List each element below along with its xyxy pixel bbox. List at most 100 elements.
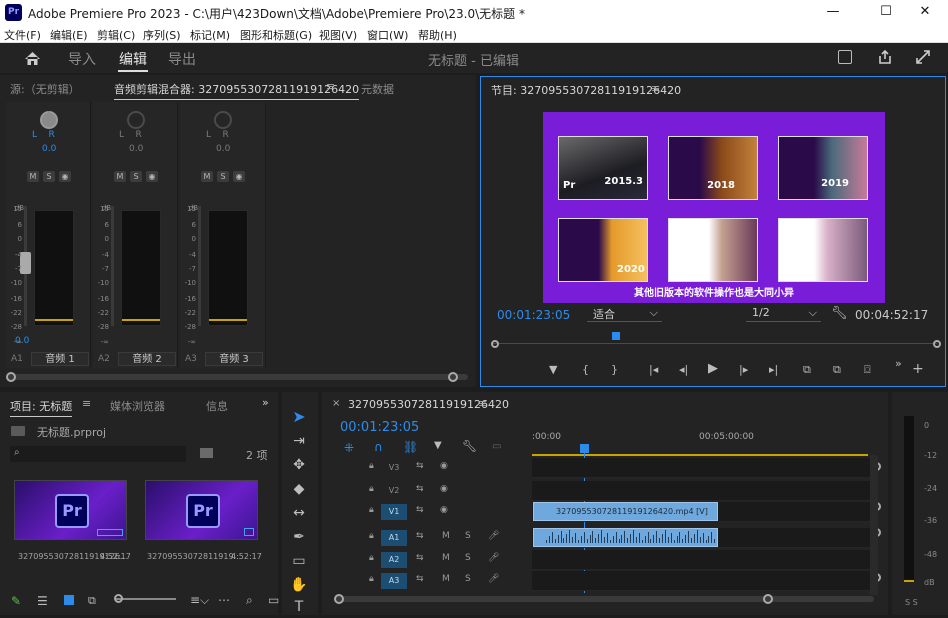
track-lane-a3[interactable] [532,571,872,591]
track-lock-icon[interactable]: 🔒︎ [369,484,374,494]
pan-knob[interactable] [40,111,58,129]
track-mute-button[interactable]: M [442,553,450,563]
menu-edit[interactable]: 编辑(E) [50,27,88,43]
track-lane-v3[interactable] [532,458,872,478]
work-area-bar[interactable] [532,454,868,456]
menu-help[interactable]: 帮助(H) [418,27,457,43]
project-item-1[interactable]: Pr 32709553072811919126... 4:52:17 [14,480,131,561]
zoom-handle-right[interactable] [933,340,941,348]
new-bin-icon[interactable] [200,448,213,458]
go-to-in-icon[interactable]: |◂ [649,363,658,376]
timeline-playhead-head[interactable] [580,444,589,453]
tab-project[interactable]: 项目: 无标题 [10,398,73,417]
video-clip-v1[interactable]: 32709553072811919126420.mp4 [V] [533,502,718,521]
export-frame-icon[interactable]: ⌼ [864,363,871,377]
step-forward-icon[interactable]: |▸ [739,363,748,376]
track-name-label[interactable]: V3 [381,460,407,476]
menu-window[interactable]: 窗口(W) [367,27,408,43]
mute-button[interactable]: M [27,171,39,182]
zoom-slider-handle[interactable] [114,594,123,603]
tab-edit[interactable]: 编辑 [119,49,147,69]
program-playhead[interactable] [612,332,620,340]
close-button[interactable]: ✕ [902,0,948,25]
sync-lock-icon[interactable]: ⇆ [416,553,424,563]
mute-button[interactable]: M [114,171,126,182]
track-mute-button[interactable]: M [442,531,450,541]
track-mute-button[interactable]: M [442,574,450,584]
hand-tool-icon[interactable]: ✋ [288,574,310,596]
pan-value[interactable]: 0.0 [129,144,143,154]
track-solo-button[interactable]: S [465,531,471,541]
menu-markers[interactable]: 标记(M) [190,27,230,43]
more-controls-icon[interactable]: » [895,357,902,370]
pan-value[interactable]: 0.0 [42,144,56,154]
record-button[interactable]: ◉ [59,171,71,182]
sync-lock-icon[interactable]: ⇆ [416,461,424,471]
zoom-slider[interactable] [116,598,176,600]
program-playhead-timecode[interactable]: 00:01:23:05 [497,308,570,322]
sync-lock-icon[interactable]: ⇆ [416,531,424,541]
minimize-button[interactable]: — [810,0,856,25]
track-lane-a2[interactable] [532,550,872,570]
track-header-a1[interactable]: 🔒︎ A1 ⇆ M S 🎤︎ [325,528,530,548]
track-lock-icon[interactable]: 🔒︎ [369,574,374,584]
fullscreen-icon[interactable] [915,49,931,65]
clip-thumbnail[interactable]: Pr [145,480,258,540]
close-sequence-icon[interactable]: × [332,398,340,409]
slip-tool-icon[interactable]: ↔ [288,502,310,524]
track-visibility-eye-icon[interactable]: ◉ [440,484,448,494]
writable-pencil-icon[interactable]: ✎ [11,594,21,608]
icon-view-icon[interactable] [64,595,74,605]
tab-info[interactable]: 信息 [206,398,228,414]
solo-button[interactable]: S [130,171,142,182]
track-lane-v2[interactable] [532,481,872,501]
mark-in-icon[interactable]: { [582,363,589,376]
panel-menu-icon[interactable]: ≡ [82,397,91,410]
tab-media-browser[interactable]: 媒体浏览器 [110,398,165,414]
track-visibility-eye-icon[interactable]: ◉ [440,461,448,471]
vertical-scrollbar[interactable] [870,455,878,595]
panel-menu-icon[interactable]: ≡ [651,82,660,95]
solo-button[interactable]: S [43,171,55,182]
track-visibility-eye-icon[interactable]: ◉ [440,505,448,515]
track-header-v3[interactable]: 🔒︎ V3 ⇆ ◉ [325,458,530,478]
track-header-a3[interactable]: 🔒︎ A3 ⇆ M S 🎤︎ [325,571,530,591]
voiceover-mic-icon[interactable]: 🎤︎ [488,531,499,541]
pan-value[interactable]: 0.0 [216,144,230,154]
freeform-view-icon[interactable]: ⧉ [88,594,96,608]
wrench-icon[interactable]: 🔧︎ [831,306,848,321]
pen-tool-icon[interactable]: ✒ [288,526,310,548]
more-panels-icon[interactable]: » [262,396,269,409]
add-marker-icon[interactable]: ▼ [549,363,557,376]
menu-graphics[interactable]: 图形和标题(G) [240,27,312,43]
button-editor-icon[interactable]: + [912,361,924,377]
scroll-handle-right[interactable] [448,372,458,382]
scroll-handle-left[interactable] [6,372,16,382]
track-select-tool-icon[interactable]: ⇥ [288,430,310,452]
linked-selection-icon[interactable]: ⛓ [403,440,418,454]
sort-icons-icon[interactable]: ≡⌵ [190,593,209,608]
search-input[interactable]: ⌕ [10,446,186,462]
track-solo-button[interactable]: S [465,553,471,563]
menu-sequence[interactable]: 序列(S) [143,27,181,43]
sync-lock-icon[interactable]: ⇆ [416,484,424,494]
ripple-edit-tool-icon[interactable]: ✥ [288,454,310,476]
timeline-zoom-right[interactable] [763,594,773,604]
zoom-handle-left[interactable] [491,340,499,348]
tab-audio-clip-mixer[interactable]: 音频剪辑混合器: 32709553072811919126420 [114,81,360,100]
panel-menu-icon[interactable]: ≡ [478,397,487,410]
tab-import[interactable]: 导入 [68,49,96,69]
play-icon[interactable]: ▶ [708,361,718,376]
track-lock-icon[interactable]: 🔒︎ [369,505,374,515]
tab-metadata[interactable]: 元数据 [361,81,394,97]
find-icon[interactable]: ⌕ [246,593,253,608]
step-back-icon[interactable]: ◂| [679,363,688,376]
new-bin-bottom-icon[interactable]: ▭ [268,593,279,607]
track-name-label[interactable]: V1 [381,504,407,520]
automate-to-sequence-icon[interactable]: ⋯ [218,593,230,607]
track-header-v1[interactable]: 🔒︎ V1 ⇆ ◉ [325,502,530,522]
lift-icon[interactable]: ⧉ [803,363,811,377]
clip-thumbnail[interactable]: Pr [14,480,127,540]
rectangle-tool-icon[interactable]: ▭ [288,550,310,572]
snap-magnet-icon[interactable]: ∩ [374,440,383,454]
